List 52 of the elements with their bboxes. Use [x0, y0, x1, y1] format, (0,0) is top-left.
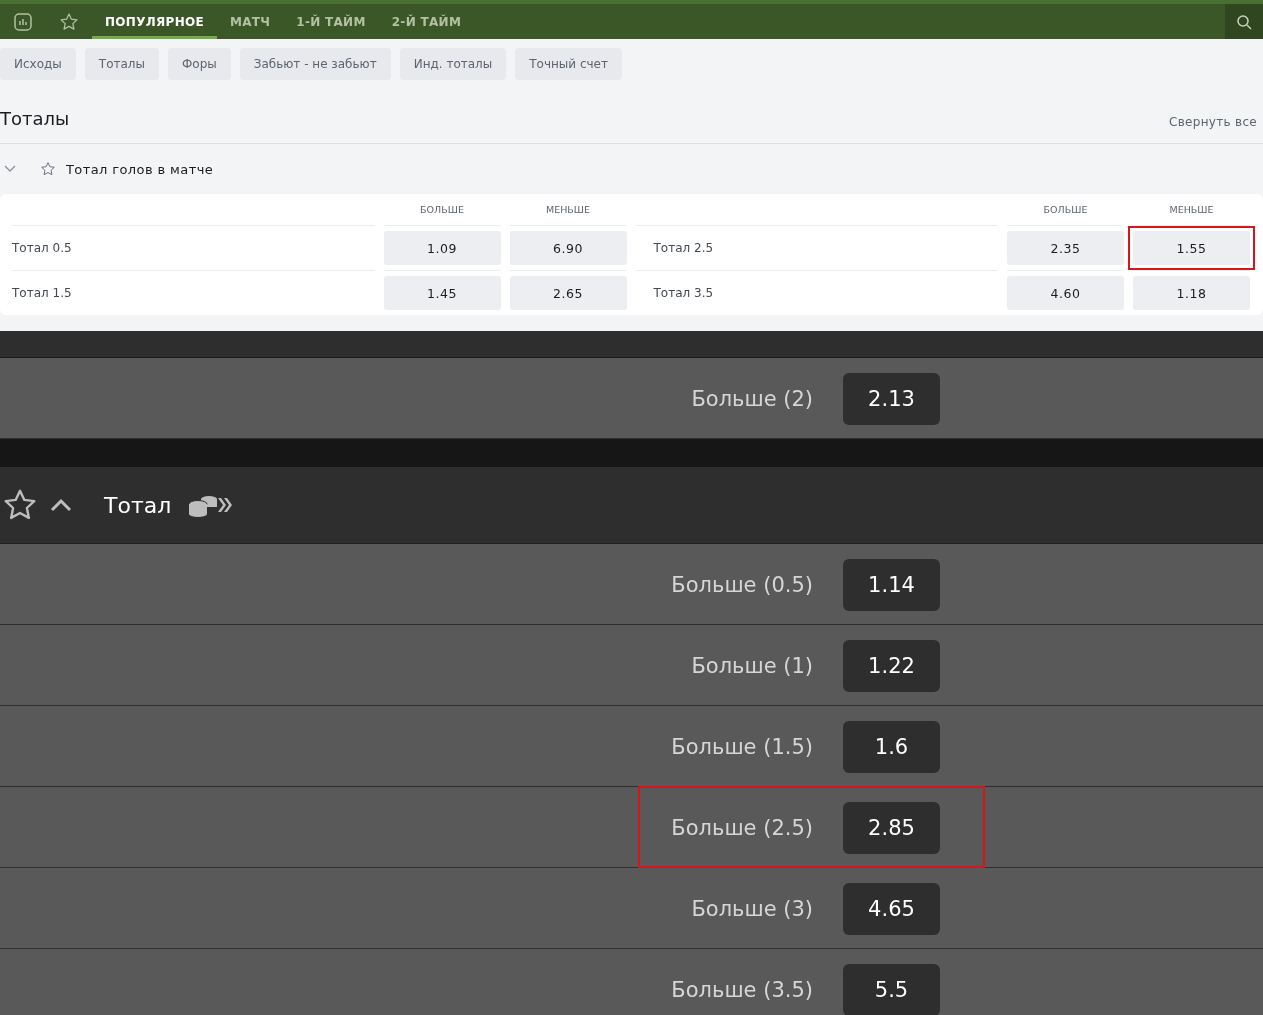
outcome-label: Больше (2): [691, 387, 813, 411]
filter-chip[interactable]: Тоталы: [84, 48, 159, 80]
nav-tab[interactable]: 2-Й ТАЙМ: [378, 4, 475, 39]
outcome-label: Больше (2.5): [671, 816, 813, 840]
outcome-label: Больше (3.5): [671, 978, 813, 1002]
column-header: МЕНЬШЕ: [1168, 203, 1215, 217]
odds-button[interactable]: 2.35: [1007, 231, 1124, 265]
chevron-down-icon[interactable]: [4, 165, 16, 173]
section-title: Тоталы: [0, 108, 70, 129]
odds-button[interactable]: 4.60: [1007, 276, 1124, 310]
odds-button[interactable]: 1.55: [1133, 231, 1250, 265]
outcome-label: Больше (1): [691, 654, 813, 678]
odds-button[interactable]: 2.85: [843, 802, 940, 854]
odds-button[interactable]: 2.13: [843, 373, 940, 425]
odds-button[interactable]: 6.90: [509, 231, 627, 265]
odds-button[interactable]: 1.18: [1133, 276, 1250, 310]
odds-button[interactable]: 1.6: [843, 721, 940, 773]
chart-icon: [14, 12, 32, 31]
coins-icon: [187, 493, 234, 517]
collapse-all-link[interactable]: Свернуть все: [1169, 115, 1257, 129]
outcome-label: Больше (0.5): [671, 573, 813, 597]
star-icon[interactable]: [40, 161, 56, 177]
row-label: Тотал 1.5: [12, 270, 375, 315]
filter-chip[interactable]: Исходы: [0, 48, 76, 80]
market-title: Тотал: [104, 492, 172, 518]
chevron-up-icon[interactable]: [50, 498, 72, 512]
row-label: Тотал 2.5: [635, 225, 998, 270]
row-label: Тотал 0.5: [12, 225, 375, 270]
odds-button[interactable]: 1.09: [383, 231, 501, 265]
odds-button[interactable]: 1.22: [843, 640, 940, 692]
filter-chip[interactable]: Забьют - не забьют: [239, 48, 391, 80]
outcome-label: Больше (1.5): [671, 735, 813, 759]
search-button[interactable]: [1225, 4, 1263, 39]
nav-tab[interactable]: 1-Й ТАЙМ: [283, 4, 379, 39]
odds-button[interactable]: 2.65: [509, 276, 627, 310]
column-header: МЕНЬШЕ: [545, 203, 591, 217]
filter-chip[interactable]: Точный счет: [515, 48, 622, 80]
nav-tab[interactable]: ПОПУЛЯРНОЕ: [92, 4, 217, 39]
odds-button[interactable]: 1.14: [843, 559, 940, 611]
row-label: Тотал 3.5: [635, 270, 998, 315]
star-icon[interactable]: [59, 11, 79, 32]
market-title: Тотал голов в матче: [66, 161, 214, 177]
odds-button[interactable]: 4.65: [843, 883, 940, 935]
odds-button[interactable]: 1.45: [383, 276, 501, 310]
column-header: БОЛЬШЕ: [419, 203, 465, 217]
column-header: БОЛЬШЕ: [1042, 203, 1089, 217]
outcome-label: Больше (3): [691, 897, 813, 921]
filter-chip[interactable]: Инд. тоталы: [399, 48, 507, 80]
nav-tab[interactable]: МАТЧ: [217, 4, 284, 39]
odds-button[interactable]: 5.5: [843, 964, 940, 1015]
filter-chip[interactable]: Форы: [167, 48, 231, 80]
search-icon: [1236, 13, 1252, 30]
